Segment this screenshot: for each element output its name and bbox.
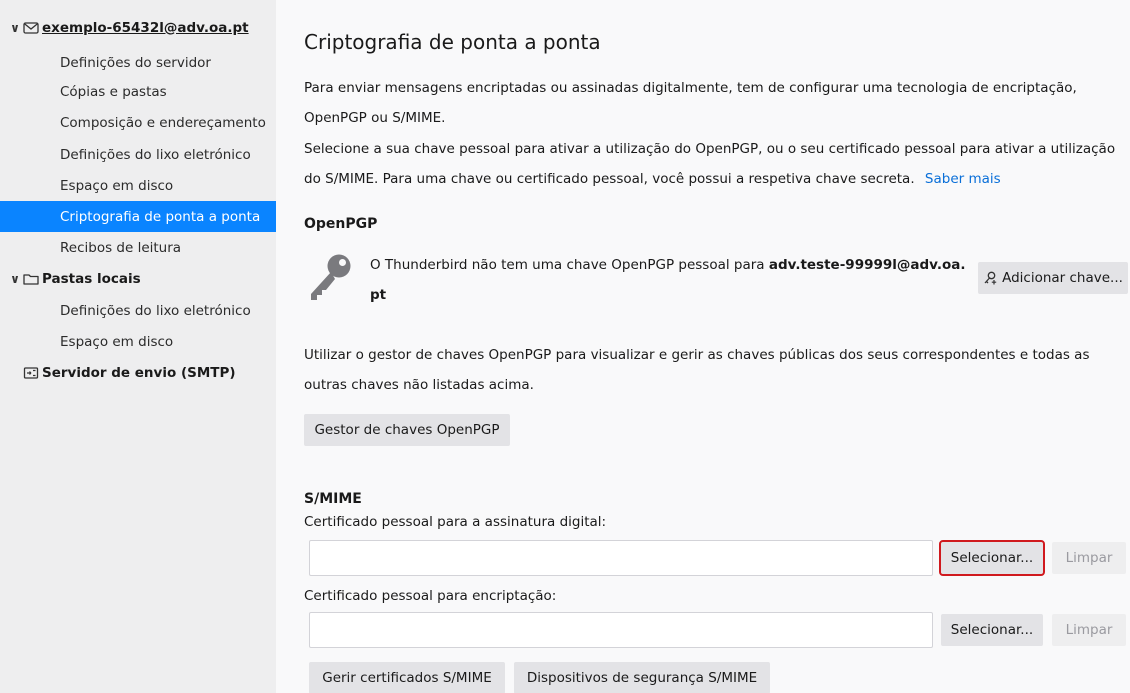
key-icon <box>311 254 351 300</box>
smtp-label: Servidor de envio (SMTP) <box>42 364 236 381</box>
manage-smime-certs-button[interactable]: Gerir certificados S/MIME <box>309 662 505 693</box>
account-label: exemplo-65432l@adv.oa.pt <box>42 19 249 36</box>
intro-paragraph: Para enviar mensagens encriptadas ou ass… <box>304 73 1126 133</box>
tree-account-row[interactable]: ∨ exemplo-65432l@adv.oa.pt <box>0 12 276 43</box>
no-key-message: O Thunderbird não tem uma chave OpenPGP … <box>370 250 970 310</box>
signing-cert-label: Certificado pessoal para a assinatura di… <box>304 514 607 530</box>
clear-label: Limpar <box>1065 550 1113 566</box>
intro-line-1: Para enviar mensagens encriptadas ou ass… <box>304 80 1077 96</box>
encryption-settings-panel: Criptografia de ponta a ponta Para envia… <box>276 0 1130 693</box>
sidebar-item-label: Criptografia de ponta a ponta <box>60 208 261 225</box>
account-settings-sidebar: ∨ exemplo-65432l@adv.oa.pt Definições do… <box>0 0 276 693</box>
intro-line-2: OpenPGP ou S/MIME. <box>304 110 446 126</box>
add-key-button[interactable]: Adicionar chave... <box>978 262 1128 294</box>
add-key-icon <box>984 271 997 285</box>
select-line-2: do S/MIME. Para uma chave ou certificado… <box>304 171 915 187</box>
encryption-cert-select-button[interactable]: Selecionar... <box>941 614 1043 646</box>
sidebar-item-junk-settings[interactable]: Definições do lixo eletrónico <box>0 139 276 170</box>
sidebar-item-label: Definições do servidor <box>60 54 211 71</box>
select-line-1: Selecione a sua chave pessoal para ativa… <box>304 141 1116 157</box>
smime-security-devices-button[interactable]: Dispositivos de segurança S/MIME <box>514 662 770 693</box>
sidebar-item-end-to-end-encryption[interactable]: Criptografia de ponta a ponta <box>0 201 276 232</box>
sidebar-item-server-settings[interactable]: Definições do servidor <box>0 47 276 78</box>
select-label: Selecionar... <box>950 622 1034 638</box>
clear-label: Limpar <box>1065 622 1113 638</box>
security-devices-label: Dispositivos de segurança S/MIME <box>526 670 758 686</box>
smime-heading: S/MIME <box>304 491 362 507</box>
sidebar-item-disk-space[interactable]: Espaço em disco <box>0 170 276 201</box>
chevron-down-icon[interactable]: ∨ <box>8 272 22 286</box>
sidebar-item-label: Composição e endereçamento <box>60 114 266 131</box>
manage-certs-label: Gerir certificados S/MIME <box>322 670 492 686</box>
chevron-down-icon[interactable]: ∨ <box>8 21 22 35</box>
select-line-2-wrap: do S/MIME. Para uma chave ou certificado… <box>304 164 1130 194</box>
learn-more-link[interactable]: Saber mais <box>925 171 1001 187</box>
signing-cert-field[interactable] <box>309 540 933 576</box>
encryption-cert-clear-button[interactable]: Limpar <box>1052 614 1126 646</box>
no-key-text: O Thunderbird não tem uma chave OpenPGP … <box>370 257 769 273</box>
manager-line-1: Utilizar o gestor de chaves OpenPGP para… <box>304 347 1090 363</box>
select-label: Selecionar... <box>950 550 1034 566</box>
sidebar-item-label: Definições do lixo eletrónico <box>60 302 251 319</box>
envelope-icon <box>23 21 39 34</box>
sidebar-item-local-junk-settings[interactable]: Definições do lixo eletrónico <box>0 295 276 326</box>
sidebar-item-label: Espaço em disco <box>60 177 174 194</box>
signing-cert-clear-button[interactable]: Limpar <box>1052 542 1126 574</box>
page-title: Criptografia de ponta a ponta <box>304 30 601 54</box>
sidebar-item-composition[interactable]: Composição e endereçamento <box>0 107 276 138</box>
sidebar-item-copies-folders[interactable]: Cópias e pastas <box>0 76 276 107</box>
openpgp-key-manager-button[interactable]: Gestor de chaves OpenPGP <box>304 414 510 446</box>
outbox-icon <box>23 366 39 379</box>
encryption-cert-field[interactable] <box>309 612 933 648</box>
tree-smtp-row[interactable]: Servidor de envio (SMTP) <box>0 357 276 388</box>
key-manager-paragraph: Utilizar o gestor de chaves OpenPGP para… <box>304 340 1126 400</box>
select-key-paragraph: Selecione a sua chave pessoal para ativa… <box>304 134 1130 194</box>
local-folders-label: Pastas locais <box>42 270 141 287</box>
key-manager-label: Gestor de chaves OpenPGP <box>314 422 500 438</box>
add-key-label: Adicionar chave... <box>1002 270 1123 286</box>
folder-icon <box>23 273 39 285</box>
sidebar-item-label: Definições do lixo eletrónico <box>60 146 251 163</box>
openpgp-heading: OpenPGP <box>304 216 378 232</box>
manager-line-2: outras chaves não listadas acima. <box>304 377 534 393</box>
sidebar-item-label: Cópias e pastas <box>60 83 167 100</box>
sidebar-item-read-receipts[interactable]: Recibos de leitura <box>0 232 276 263</box>
encryption-cert-label: Certificado pessoal para encriptação: <box>304 588 557 604</box>
sidebar-item-label: Recibos de leitura <box>60 239 182 256</box>
tree-local-folders-row[interactable]: ∨ Pastas locais <box>0 263 276 294</box>
sidebar-item-label: Espaço em disco <box>60 333 174 350</box>
sidebar-item-local-disk-space[interactable]: Espaço em disco <box>0 326 276 357</box>
signing-cert-select-button[interactable]: Selecionar... <box>939 540 1045 576</box>
